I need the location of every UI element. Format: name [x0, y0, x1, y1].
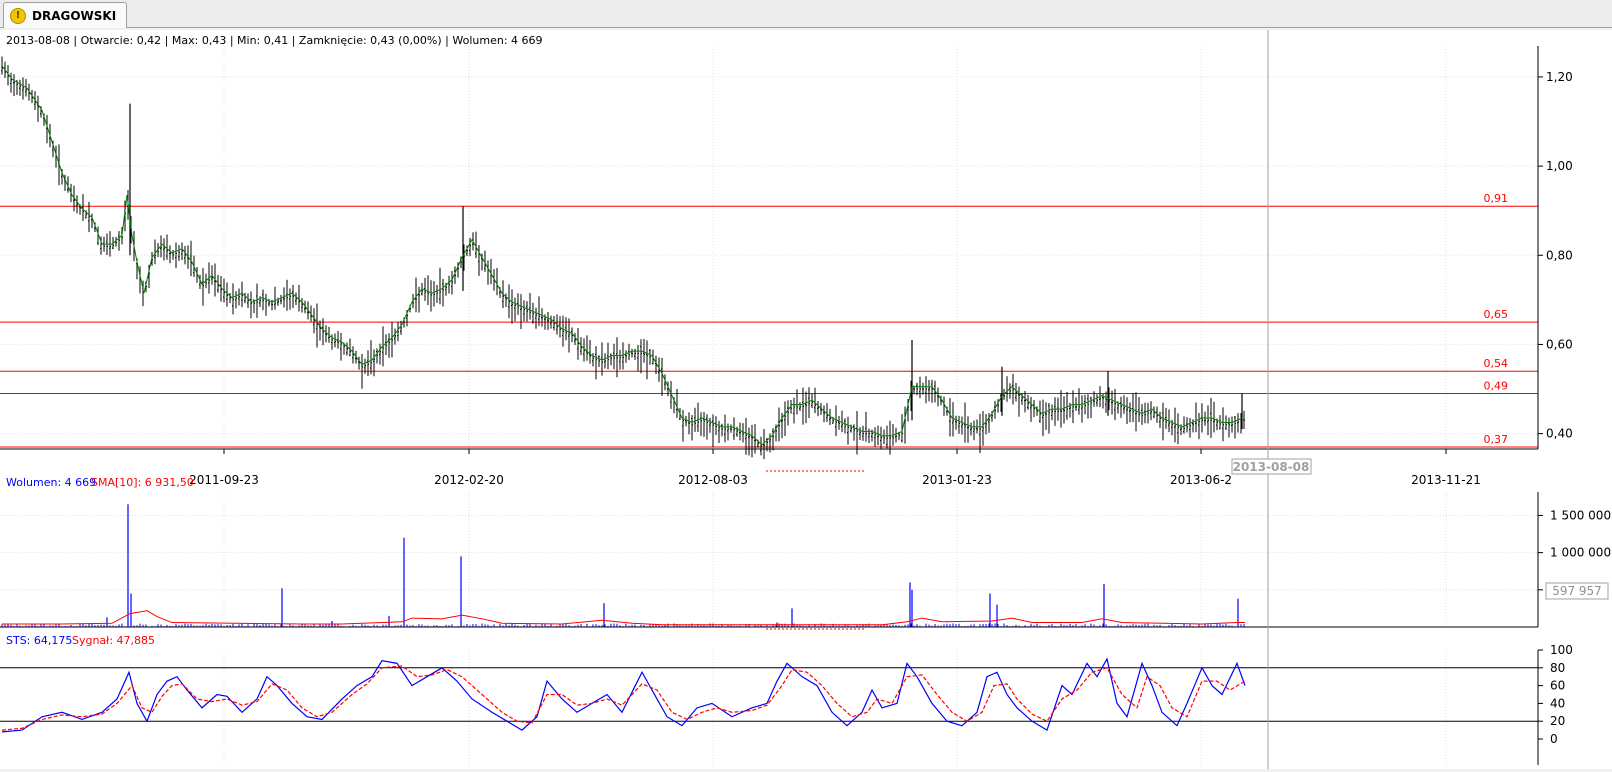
volume-bars: [1, 504, 1245, 627]
level-label: 0,54: [1484, 357, 1509, 370]
tab-label: DRAGOWSKI: [32, 8, 117, 23]
sts-grid: [223, 650, 1447, 765]
price-y-tick-label: 0,80: [1546, 248, 1573, 262]
sts-levels: [0, 667, 1538, 722]
date-x-tick-label: 2013-06-2: [1170, 473, 1232, 487]
tab-dragowski[interactable]: ! DRAGOWSKI: [3, 2, 128, 28]
sts-y-tick-label: 40: [1550, 696, 1565, 710]
signal-header: Sygnał: 47,885: [72, 634, 155, 647]
date-x-tick-label: 2013-01-23: [922, 473, 992, 487]
sts-y-tick-label: 100: [1550, 643, 1573, 657]
price-y-tick-label: 0,40: [1546, 427, 1573, 441]
sts-y-tick-label: 20: [1550, 714, 1565, 728]
info-bar: 2013-08-08 | Otwarcie: 0,42 | Max: 0,43 …: [6, 34, 543, 47]
chart-panel[interactable]: 2013-08-08 | Otwarcie: 0,42 | Max: 0,43 …: [0, 30, 1612, 769]
cursor-date-label: 2013-08-08: [1231, 458, 1312, 475]
tab-bar: ! DRAGOWSKI: [0, 0, 1612, 28]
chart-svg[interactable]: 2013-08-08 | Otwarcie: 0,42 | Max: 0,43 …: [0, 30, 1612, 769]
volume-sma-header: SMA[10]: 6 931,50: [91, 476, 194, 489]
sts-header: STS: 64,175: [6, 634, 72, 647]
volume-y-tick-label: 1 000 000: [1550, 546, 1611, 560]
level-label: 0,91: [1484, 192, 1509, 205]
volume-sma-line: [2, 610, 1245, 626]
price-y-ticks: 1,20 1,00 0,80 0,60 0,40: [1538, 70, 1573, 441]
price-y-tick-label: 1,20: [1546, 70, 1573, 84]
date-x-tick-label: 2012-08-03: [678, 473, 748, 487]
sts-y-tick-label: 0: [1550, 732, 1558, 746]
date-x-tick-label: 2011-09-23: [189, 473, 259, 487]
date-x-tick-label: 2012-02-20: [434, 473, 504, 487]
cursor-volume-label: 597 957: [1545, 582, 1609, 600]
price-levels: 0,91 0,65 0,54 0,49 0,37: [0, 192, 1538, 448]
sts-y-tick-label: 80: [1550, 661, 1565, 675]
price-y-tick-label: 1,00: [1546, 159, 1573, 173]
volume-y-tick-label: 1 500 000: [1550, 508, 1611, 522]
sts-y-ticks: 100 80 60 40 20 0: [1538, 643, 1573, 746]
warning-icon: !: [10, 7, 26, 24]
level-label: 0,49: [1484, 379, 1509, 392]
sts-y-tick-label: 60: [1550, 679, 1565, 693]
signal-line: [1, 665, 1246, 731]
price-candles: [1, 56, 1245, 460]
cursor-volume-text: 597 957: [1552, 584, 1602, 598]
date-x-tick-label: 2013-11-21: [1411, 473, 1481, 487]
price-y-tick-label: 0,60: [1546, 337, 1573, 351]
volume-header: Wolumen: 4 669: [6, 476, 96, 489]
volume-grid: [0, 492, 1538, 627]
price-grid: [0, 46, 1538, 449]
cursor-date-text: 2013-08-08: [1233, 460, 1310, 474]
level-label: 0,65: [1484, 308, 1509, 321]
level-label: 0,37: [1484, 433, 1509, 446]
